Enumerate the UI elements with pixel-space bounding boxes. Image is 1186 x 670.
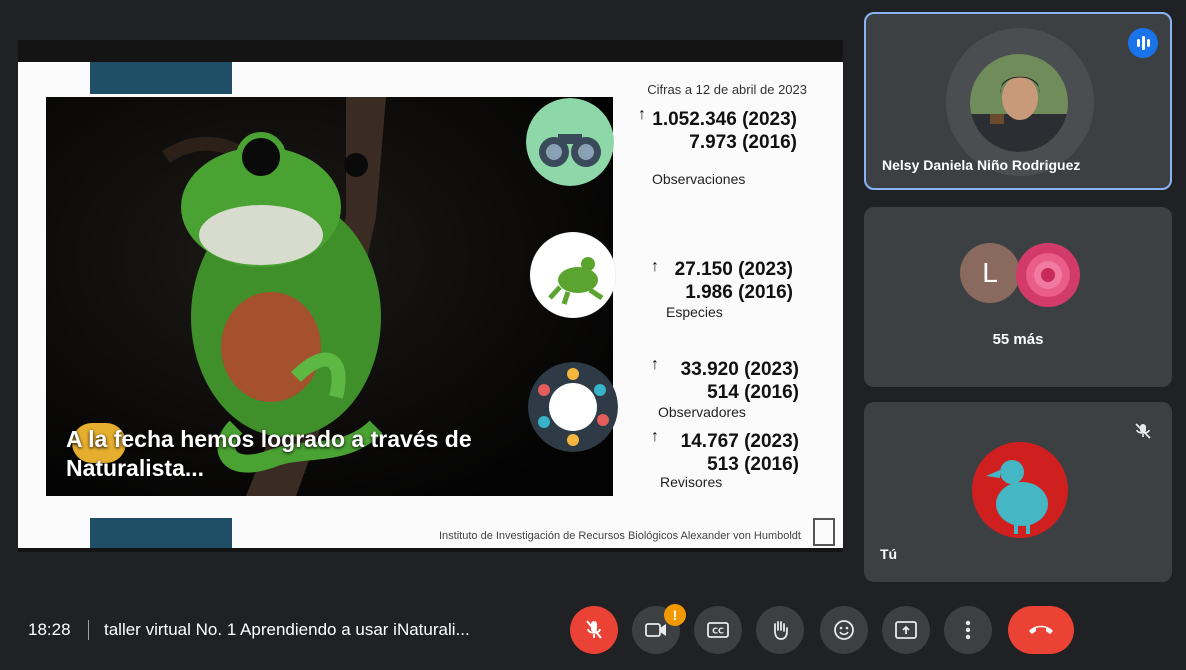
participant-name: Nelsy Daniela Niño Rodriguez — [882, 157, 1081, 173]
speaking-indicator-icon — [1128, 28, 1158, 58]
slide-caption: A la fecha hemos logrado a través de Nat… — [66, 426, 472, 481]
participant-tile-group[interactable]: L 55 más — [864, 207, 1172, 387]
more-participants-count: 55 más — [992, 331, 1044, 348]
present-icon — [895, 621, 917, 639]
avatar: L — [960, 243, 1020, 303]
hang-up-icon — [1029, 625, 1053, 634]
increase-arrow-icon: ↑ — [651, 356, 659, 373]
rose-avatar — [1016, 243, 1080, 307]
meeting-title[interactable]: taller virtual No. 1 Aprendiendo a usar … — [104, 620, 470, 640]
raise-hand-button[interactable] — [756, 606, 804, 654]
increase-arrow-icon: ↑ — [651, 428, 659, 445]
stat-observaciones-value: 1.052.346 (2023) 7.973 (2016) — [652, 109, 797, 153]
avatar — [970, 54, 1068, 152]
captions-button[interactable]: CC — [694, 606, 742, 654]
camera-warning-badge: ! — [664, 604, 686, 626]
stat-observadores-label: Observadores — [658, 404, 746, 420]
stat-especies-label: Especies — [666, 304, 723, 320]
people-circle-icon — [528, 362, 618, 452]
more-vert-icon — [965, 620, 971, 640]
reactions-button[interactable] — [820, 606, 868, 654]
slide-footer: Instituto de Investigación de Recursos B… — [439, 530, 801, 542]
slide-accent-bar-bottom — [90, 518, 232, 548]
meeting-clock: 18:28 — [28, 620, 71, 639]
more-options-button[interactable] — [944, 606, 992, 654]
toolbar-divider — [88, 620, 89, 640]
presentation-slide: Cifras a 12 de abril de 2023 A la fecha … — [18, 62, 843, 548]
camera-off-icon — [645, 623, 666, 637]
stat-especies-value: 27.150 (2023) 1.986 (2016) — [674, 259, 793, 303]
avatar — [972, 442, 1068, 538]
mic-off-icon — [1128, 416, 1158, 446]
participant-tile-self[interactable]: Tú — [864, 402, 1172, 582]
svg-text:CC: CC — [712, 627, 724, 636]
emoji-icon — [834, 620, 854, 640]
end-call-button[interactable] — [1008, 606, 1074, 654]
present-screen-button[interactable] — [882, 606, 930, 654]
binoculars-icon — [526, 98, 614, 186]
mic-toggle-button[interactable] — [570, 606, 618, 654]
increase-arrow-icon: ↑ — [651, 258, 659, 275]
presentation-stage: Cifras a 12 de abril de 2023 A la fecha … — [18, 40, 843, 552]
participant-tile-speaker[interactable]: Nelsy Daniela Niño Rodriguez — [864, 12, 1172, 190]
increase-arrow-icon: ↑ — [638, 106, 646, 123]
hand-icon — [774, 621, 788, 640]
mic-off-icon — [586, 620, 602, 639]
participant-name: Tú — [880, 546, 898, 562]
stat-observaciones-label: Observaciones — [652, 171, 746, 187]
humboldt-logo — [813, 518, 835, 546]
frog-icon — [530, 232, 616, 318]
stat-revisores-value: 14.767 (2023) 513 (2016) — [680, 431, 799, 475]
stat-revisores-label: Revisores — [660, 474, 723, 490]
slide-accent-bar-top — [90, 62, 232, 94]
captions-icon: CC — [707, 622, 729, 638]
slide-date-note: Cifras a 12 de abril de 2023 — [647, 82, 807, 97]
stat-observadores-value: 33.920 (2023) 514 (2016) — [680, 359, 799, 403]
